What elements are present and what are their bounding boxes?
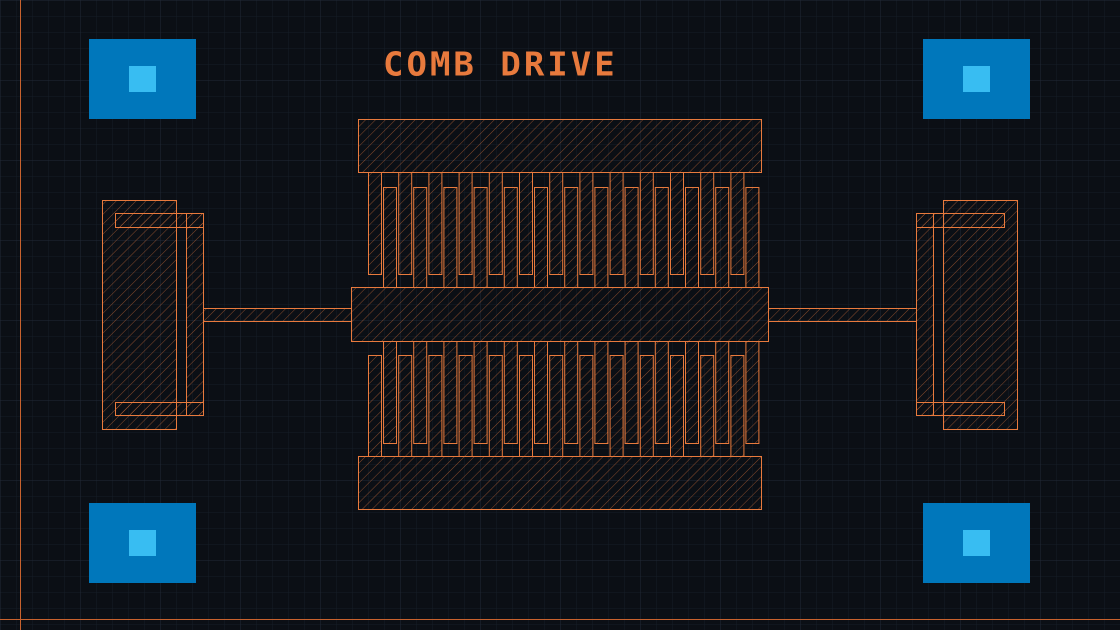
stator-finger-upper [398, 172, 413, 275]
stator-finger-lower [730, 355, 745, 457]
stator-finger-upper [549, 172, 564, 275]
stator-finger-lower [519, 355, 533, 457]
contact-pad-bottom-left[interactable] [89, 503, 196, 583]
shuttle-mass[interactable] [351, 287, 769, 342]
stator-finger-lower [368, 355, 382, 457]
rotor-finger-upper [564, 187, 579, 288]
anchor-right[interactable] [916, 200, 1018, 430]
rotor-finger-lower [715, 341, 730, 444]
stator-finger-lower [488, 355, 503, 457]
stator-finger-lower [639, 355, 654, 457]
stator-finger-upper [700, 172, 715, 275]
rotor-finger-upper [624, 187, 639, 288]
rotor-finger-lower [745, 341, 760, 444]
rotor-finger-lower [534, 341, 548, 444]
anchor-left[interactable] [102, 200, 204, 430]
contact-pad-bottom-right[interactable] [923, 503, 1030, 583]
stator-finger-upper [488, 172, 503, 275]
stator-finger-lower [579, 355, 594, 457]
stator-finger-lower [398, 355, 413, 457]
stator-anchor-top[interactable] [358, 119, 762, 173]
rotor-finger-lower [594, 341, 609, 444]
suspension-beam-left[interactable] [203, 308, 352, 322]
rotor-finger-lower [383, 341, 397, 444]
stator-finger-lower [700, 355, 715, 457]
rotor-finger-lower [413, 341, 428, 444]
rotor-finger-lower [473, 341, 488, 444]
stator-finger-upper [458, 172, 473, 275]
rotor-finger-upper [473, 187, 488, 288]
stator-anchor-bottom[interactable] [358, 456, 762, 510]
stator-finger-upper [368, 172, 382, 275]
rotor-finger-upper [654, 187, 669, 288]
stator-finger-lower [549, 355, 564, 457]
stator-finger-upper [519, 172, 533, 275]
rotor-finger-lower [564, 341, 579, 444]
stator-finger-upper [730, 172, 745, 275]
rotor-finger-upper [443, 187, 458, 288]
suspension-beam-right[interactable] [768, 308, 917, 322]
stator-finger-lower [609, 355, 624, 457]
rotor-finger-lower [443, 341, 458, 444]
rotor-finger-upper [685, 187, 699, 288]
rotor-finger-upper [383, 187, 397, 288]
rotor-finger-lower [654, 341, 669, 444]
rotor-finger-upper [715, 187, 730, 288]
layout-title: COMB DRIVE [383, 45, 618, 85]
stator-finger-lower [428, 355, 443, 457]
layout-canvas [0, 0, 1120, 630]
stator-finger-lower [670, 355, 684, 457]
stator-finger-upper [579, 172, 594, 275]
rotor-finger-lower [624, 341, 639, 444]
stator-finger-upper [639, 172, 654, 275]
contact-pad-top-right[interactable] [923, 39, 1030, 119]
rotor-finger-upper [413, 187, 428, 288]
contact-pad-top-left[interactable] [89, 39, 196, 119]
rotor-finger-lower [685, 341, 699, 444]
stator-finger-upper [609, 172, 624, 275]
rotor-finger-upper [594, 187, 609, 288]
rotor-finger-upper [534, 187, 548, 288]
stator-finger-upper [670, 172, 684, 275]
rotor-finger-lower [503, 341, 518, 444]
stator-finger-upper [428, 172, 443, 275]
rotor-finger-upper [503, 187, 518, 288]
rotor-finger-upper [745, 187, 760, 288]
stator-finger-lower [458, 355, 473, 457]
